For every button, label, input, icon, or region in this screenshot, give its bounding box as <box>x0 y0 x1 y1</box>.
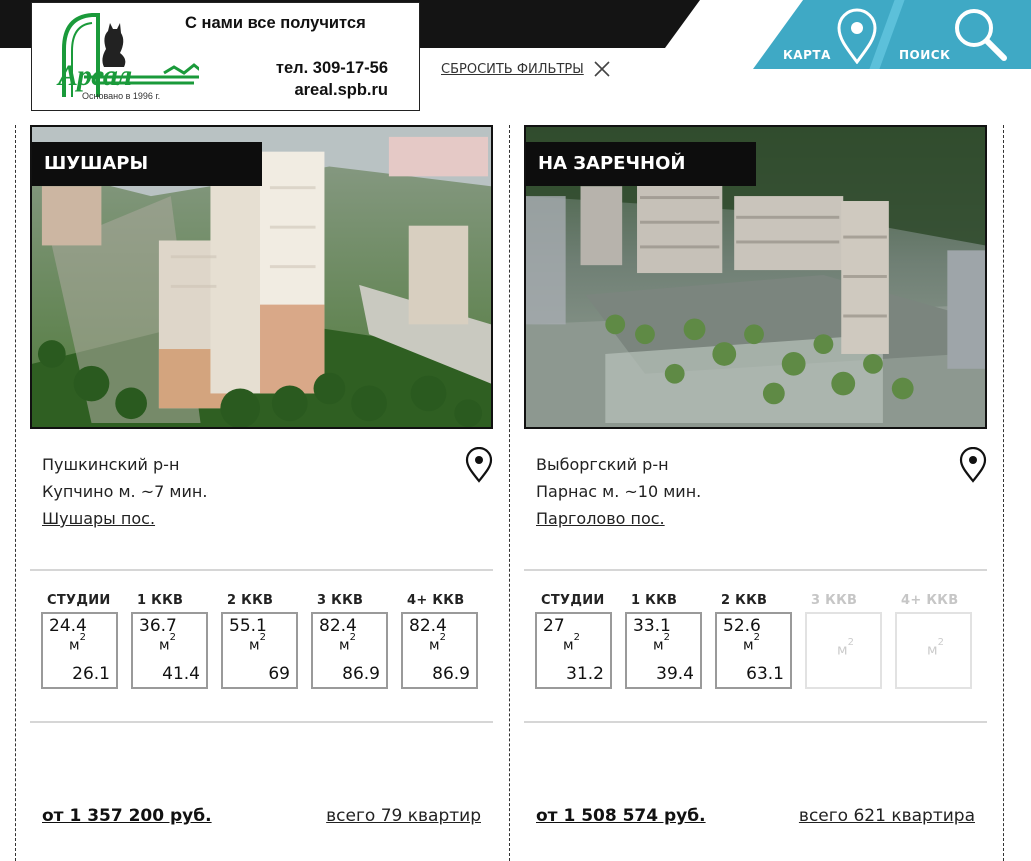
area-unit: м2 <box>653 632 670 654</box>
room-label: 4+ ККВ <box>901 593 959 608</box>
area-max: 26.1 <box>72 664 110 684</box>
area-range-box[interactable]: 82.4 м2 86.9 <box>311 612 388 689</box>
banner-site: areal.spb.ru <box>294 81 388 99</box>
column-separator <box>15 125 16 861</box>
reset-filters-label: СБРОСИТЬ ФИЛЬТРЫ <box>441 61 584 77</box>
area-unit: м2 <box>927 637 944 659</box>
complex-photo[interactable]: ШУШАРЫ <box>30 125 493 429</box>
logo-founded: Основано в 1996 г. <box>82 91 161 101</box>
area-range-box[interactable]: 82.4 м2 86.9 <box>401 612 478 689</box>
area-max: 69 <box>268 664 290 684</box>
room-2k[interactable]: 2 ККВ 52.6 м2 63.1 <box>715 593 805 721</box>
area-max: 63.1 <box>746 664 784 684</box>
room-label: 3 ККВ <box>811 593 858 608</box>
price-link[interactable]: от 1 508 574 руб. <box>536 806 706 826</box>
logo-wordmark: Ареал <box>58 59 132 92</box>
card-footer: от 1 508 574 руб. всего 621 квартира <box>524 723 987 843</box>
district-text: Выборгский р-н <box>536 455 669 474</box>
area-unit: м2 <box>837 637 854 659</box>
area-range-box[interactable]: 36.7 м2 41.4 <box>131 612 208 689</box>
room-2k[interactable]: 2 ККВ 55.1 м2 69 <box>221 593 311 721</box>
map-label: КАРТА <box>783 48 831 62</box>
column-separator <box>1003 125 1004 861</box>
area-unit: м2 <box>249 632 266 654</box>
district-text: Пушкинский р-н <box>42 455 180 474</box>
map-pin-icon <box>837 8 877 64</box>
area-unit: м2 <box>429 632 446 654</box>
area-max: 86.9 <box>432 664 470 684</box>
search-icon <box>955 9 1007 61</box>
column-separator <box>509 125 510 861</box>
map-pin-icon[interactable] <box>959 447 987 483</box>
complex-card-na-zarechnoy[interactable]: НА ЗАРЕЧНОЙ Выборгский р-н Парнас м. ~10… <box>524 125 987 843</box>
area-min: 27 <box>543 616 565 636</box>
complex-location: Пушкинский р-н Купчино м. ~7 мин. Шушары… <box>30 429 493 569</box>
room-4k-plus: 4+ ККВ м2 <box>895 593 985 721</box>
room-3k: 3 ККВ м2 <box>805 593 895 721</box>
locality-link[interactable]: Парголово пос. <box>536 505 665 532</box>
map-pin-icon[interactable] <box>465 447 493 483</box>
room-types: СТУДИИ 24.4 м2 26.1 1 ККВ 36.7 м2 41.4 2… <box>30 571 493 721</box>
complex-location: Выборгский р-н Парнас м. ~10 мин. Паргол… <box>524 429 987 569</box>
area-range-box-empty: м2 <box>895 612 972 689</box>
room-types: СТУДИИ 27 м2 31.2 1 ККВ 33.1 м2 39.4 2 К… <box>524 571 987 721</box>
complex-title: НА ЗАРЕЧНОЙ <box>526 142 756 186</box>
area-unit: м2 <box>339 632 356 654</box>
area-range-box-empty: м2 <box>805 612 882 689</box>
apartments-count-link[interactable]: всего 79 квартир <box>326 806 481 826</box>
room-3k[interactable]: 3 ККВ 82.4 м2 86.9 <box>311 593 401 721</box>
complex-photo[interactable]: НА ЗАРЕЧНОЙ <box>524 125 987 429</box>
room-label: 2 ККВ <box>227 593 274 608</box>
banner-slogan: С нами все получится <box>185 14 366 32</box>
complex-card-shushary[interactable]: ШУШАРЫ Пушкинский р-н Купчино м. ~7 мин.… <box>30 125 493 843</box>
metro-text: Купчино м. ~7 мин. <box>42 482 208 501</box>
close-icon <box>594 61 610 77</box>
area-unit: м2 <box>159 632 176 654</box>
room-label: 1 ККВ <box>137 593 184 608</box>
room-label: 4+ ККВ <box>407 593 465 608</box>
area-unit: м2 <box>743 632 760 654</box>
area-unit: м2 <box>563 632 580 654</box>
metro-text: Парнас м. ~10 мин. <box>536 482 702 501</box>
area-max: 39.4 <box>656 664 694 684</box>
complex-title: ШУШАРЫ <box>32 142 262 186</box>
card-footer: от 1 357 200 руб. всего 79 квартир <box>30 723 493 843</box>
price-link[interactable]: от 1 357 200 руб. <box>42 806 212 826</box>
area-range-box[interactable]: 52.6 м2 63.1 <box>715 612 792 689</box>
room-1k[interactable]: 1 ККВ 36.7 м2 41.4 <box>131 593 221 721</box>
room-label: 1 ККВ <box>631 593 678 608</box>
room-studio[interactable]: СТУДИИ 27 м2 31.2 <box>535 593 625 721</box>
search-button[interactable]: ПОИСК <box>898 4 1008 66</box>
area-unit: м2 <box>69 632 86 654</box>
map-button[interactable]: КАРТА <box>783 4 883 66</box>
reset-filters-link[interactable]: СБРОСИТЬ ФИЛЬТРЫ <box>441 59 612 79</box>
apartments-count-link[interactable]: всего 621 квартира <box>799 806 975 826</box>
room-label: 2 ККВ <box>721 593 768 608</box>
room-label: СТУДИИ <box>541 593 605 608</box>
search-label: ПОИСК <box>899 48 951 62</box>
area-range-box[interactable]: 55.1 м2 69 <box>221 612 298 689</box>
room-4k-plus[interactable]: 4+ ККВ 82.4 м2 86.9 <box>401 593 491 721</box>
banner-phone: тел. 309-17-56 <box>275 59 388 77</box>
area-range-box[interactable]: 27 м2 31.2 <box>535 612 612 689</box>
area-max: 86.9 <box>342 664 380 684</box>
area-range-box[interactable]: 24.4 м2 26.1 <box>41 612 118 689</box>
room-1k[interactable]: 1 ККВ 33.1 м2 39.4 <box>625 593 715 721</box>
areal-ad-banner[interactable]: Ареал Основано в 1996 г. С нами все полу… <box>31 2 420 111</box>
area-max: 41.4 <box>162 664 200 684</box>
locality-link[interactable]: Шушары пос. <box>42 505 155 532</box>
area-range-box[interactable]: 33.1 м2 39.4 <box>625 612 702 689</box>
room-studio[interactable]: СТУДИИ 24.4 м2 26.1 <box>41 593 131 721</box>
room-label: СТУДИИ <box>47 593 111 608</box>
area-max: 31.2 <box>566 664 604 684</box>
room-label: 3 ККВ <box>317 593 364 608</box>
